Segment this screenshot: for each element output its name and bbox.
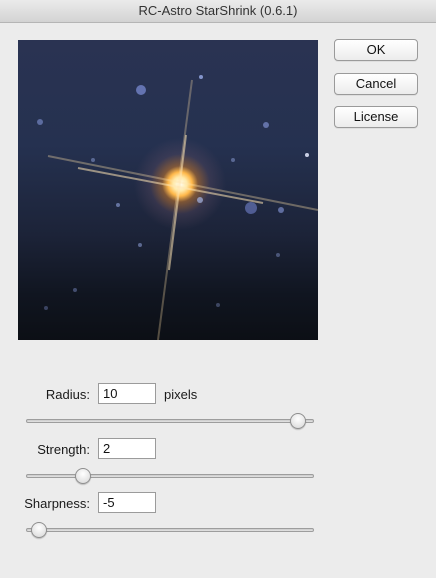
license-button[interactable]: License <box>334 106 418 128</box>
window-title: RC-Astro StarShrink (0.6.1) <box>138 3 298 18</box>
preview-image <box>18 40 318 340</box>
radius-slider-thumb[interactable] <box>290 413 306 429</box>
sharpness-label: Sharpness: <box>24 496 90 511</box>
ok-button[interactable]: OK <box>334 39 418 61</box>
strength-slider-thumb[interactable] <box>75 468 91 484</box>
sharpness-slider-track[interactable] <box>26 528 314 532</box>
sharpness-field[interactable] <box>98 492 156 513</box>
strength-field[interactable] <box>98 438 156 459</box>
strength-slider-track[interactable] <box>26 474 314 478</box>
radius-label: Radius: <box>45 387 90 402</box>
cancel-button[interactable]: Cancel <box>334 73 418 95</box>
preview-star-field <box>37 75 318 340</box>
radius-slider-track[interactable] <box>26 419 314 423</box>
radius-field[interactable] <box>98 383 156 404</box>
sharpness-slider-thumb[interactable] <box>31 522 47 538</box>
strength-label: Strength: <box>37 442 90 457</box>
radius-unit: pixels <box>164 387 198 402</box>
window-title-bar: RC-Astro StarShrink (0.6.1) <box>0 0 436 23</box>
